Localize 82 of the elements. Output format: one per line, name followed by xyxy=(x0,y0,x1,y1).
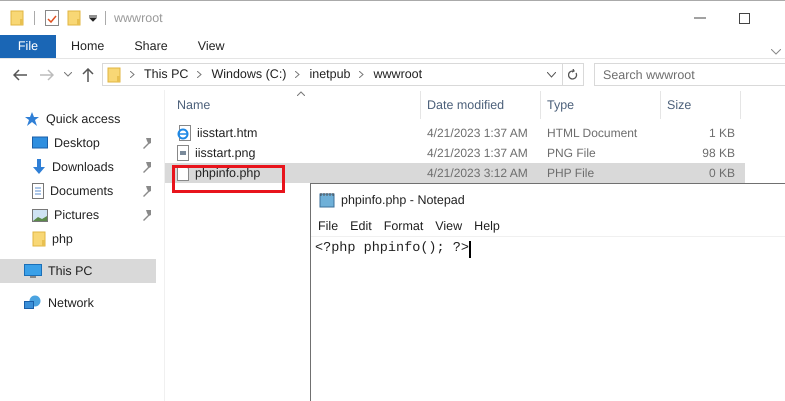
menu-item[interactable]: Help xyxy=(474,216,500,236)
column-header[interactable]: Size xyxy=(661,91,741,119)
sidebar-label: Downloads xyxy=(52,158,114,176)
notepad-title: phpinfo.php - Notepad xyxy=(341,192,465,209)
breadcrumb-separator-icon xyxy=(197,71,202,78)
column-header[interactable]: Type xyxy=(541,91,661,119)
file-row[interactable]: iisstart.png 4/21/2023 1:37 AM PNG File 98 KB xyxy=(165,143,745,163)
folder-icon xyxy=(10,10,24,26)
sidebar-label: Desktop xyxy=(54,134,100,152)
file-name: iisstart.htm xyxy=(197,124,258,142)
size-cell-text: 1 KB xyxy=(708,125,735,142)
address-bar[interactable]: This PC Windows (C:) inetpub wwwroot xyxy=(102,63,584,86)
notepad-icon xyxy=(319,192,335,208)
maximize-icon[interactable] xyxy=(739,12,750,24)
menu-item[interactable]: File xyxy=(318,216,338,236)
file-name: phpinfo.php xyxy=(195,164,260,182)
sidebar-label: This PC xyxy=(48,262,92,280)
ribbon-tab[interactable]: File xyxy=(0,35,56,58)
sidebar-item[interactable]: php xyxy=(0,227,156,251)
sidebar-item[interactable]: This PC xyxy=(0,259,156,283)
type-cell-text: HTML Document xyxy=(546,125,638,142)
menu-item[interactable]: Edit xyxy=(350,216,372,236)
breadcrumb-separator-icon xyxy=(359,71,364,78)
desktop-icon xyxy=(32,136,48,150)
breadcrumb-item[interactable]: This PC xyxy=(144,65,188,84)
sidebar-label: Pictures xyxy=(54,206,100,224)
recent-chevron-icon[interactable] xyxy=(64,72,72,77)
download-arrow-icon xyxy=(32,159,46,175)
type-cell-text: PHP File xyxy=(546,165,596,182)
sidebar-item[interactable]: Quick access xyxy=(0,107,156,131)
menu-item[interactable]: View xyxy=(435,216,462,236)
text-area[interactable]: <?php phpinfo(); ?> xyxy=(311,237,785,260)
computer-icon xyxy=(24,264,42,278)
star-icon xyxy=(24,111,40,127)
folder-icon xyxy=(107,66,121,82)
image-file-icon xyxy=(177,145,189,161)
file-row[interactable]: iisstart.htm 4/21/2023 1:37 AM HTML Document 1 KB xyxy=(165,123,745,143)
sidebar-item[interactable]: Desktop xyxy=(0,131,156,155)
size-cell-text: 98 KB xyxy=(701,145,735,162)
file-row[interactable]: phpinfo.php 4/21/2023 3:12 AM PHP File 0 KB xyxy=(165,163,745,183)
date-cell-text: 4/21/2023 3:12 AM xyxy=(426,165,529,182)
type-cell-text: PNG File xyxy=(546,145,597,162)
menu-item[interactable]: Format xyxy=(384,216,424,236)
folder-icon xyxy=(32,231,46,247)
date-cell-text: 4/21/2023 1:37 AM xyxy=(426,145,529,162)
column-header[interactable]: Date modified xyxy=(421,91,541,119)
size-cell-text: 0 KB xyxy=(708,165,735,182)
ribbon-tab[interactable]: Home xyxy=(56,35,120,58)
breadcrumb-separator-icon xyxy=(130,71,135,78)
breadcrumb-separator-icon xyxy=(295,71,300,78)
sidebar-label: Documents xyxy=(50,182,114,200)
ribbon-tab[interactable]: Share xyxy=(119,35,183,58)
pictures-icon xyxy=(32,208,48,222)
search-field[interactable]: Search wwwroot xyxy=(594,63,785,86)
code-text: <?php phpinfo(); ?> xyxy=(315,240,469,258)
sidebar-label: Quick access xyxy=(46,110,120,128)
breadcrumb-item[interactable]: wwwroot xyxy=(373,65,422,84)
sidebar-label: php xyxy=(52,230,73,248)
file-name: iisstart.png xyxy=(195,144,256,162)
expand-ribbon-icon[interactable] xyxy=(771,48,781,54)
up-arrow-icon[interactable] xyxy=(82,68,94,82)
date-cell-text: 4/21/2023 1:37 AM xyxy=(426,125,529,142)
dropdown-icon[interactable] xyxy=(89,14,97,22)
refresh-icon[interactable] xyxy=(568,68,578,80)
sidebar-label: Network xyxy=(48,294,94,312)
back-arrow-icon[interactable] xyxy=(13,68,27,80)
web-document-icon xyxy=(177,125,191,141)
network-icon xyxy=(24,295,42,311)
sidebar-item[interactable]: Network xyxy=(0,291,156,315)
breadcrumb-item[interactable]: Windows (C:) xyxy=(211,65,286,84)
sidebar-item[interactable]: Downloads xyxy=(0,155,156,179)
ribbon-tab[interactable]: View xyxy=(182,35,240,58)
sort-chevron-icon[interactable] xyxy=(297,91,305,96)
minimize-icon[interactable] xyxy=(694,17,706,19)
history-dropdown-icon[interactable] xyxy=(547,72,556,78)
document-icon xyxy=(32,183,44,199)
breadcrumb-item[interactable]: inetpub xyxy=(309,65,350,84)
text-cursor xyxy=(468,240,471,258)
column-header[interactable]: Name xyxy=(165,91,421,119)
sidebar-item[interactable]: Documents xyxy=(0,179,156,203)
window-title: wwwroot xyxy=(114,10,163,27)
sidebar-item[interactable]: Pictures xyxy=(0,203,156,227)
